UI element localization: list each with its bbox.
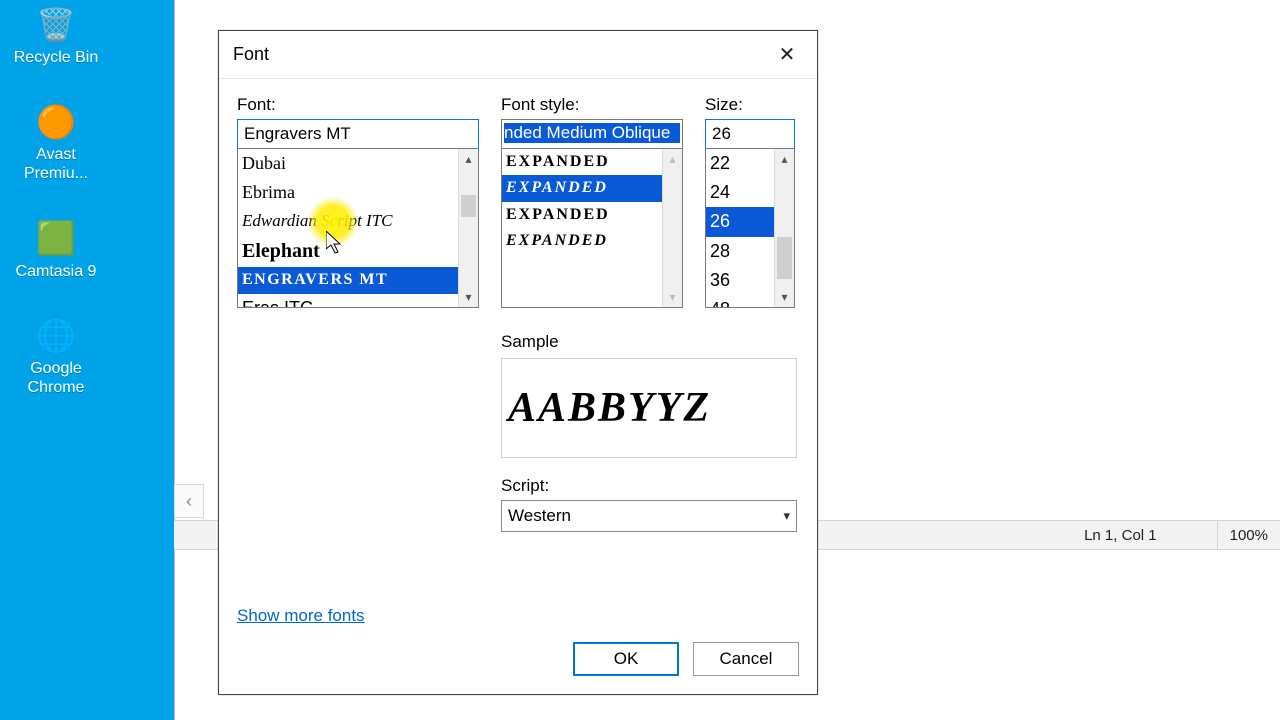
scrollbar-thumb[interactable]: [461, 195, 476, 217]
dialog-titlebar[interactable]: Font ✕: [219, 31, 817, 79]
size-item-22[interactable]: 22: [706, 149, 774, 178]
script-label: Script:: [501, 476, 549, 495]
style-item-expanded-bold[interactable]: EXPANDED: [502, 202, 662, 228]
font-listbox[interactable]: Dubai Ebrima Edwardian Script ITC Elepha…: [237, 148, 479, 308]
avast-icon: 🟠: [35, 101, 77, 143]
desktop-icon-label: Avast Premiu...: [6, 145, 106, 183]
desktop-icon-label: Camtasia 9: [16, 262, 97, 281]
scroll-up-icon: ▴: [663, 149, 682, 169]
size-item-36[interactable]: 36: [706, 266, 774, 295]
style-item-expanded-bold-italic[interactable]: EXPANDED: [502, 228, 662, 254]
scrollbar-thumb[interactable]: [777, 237, 792, 279]
size-label: Size:: [705, 95, 795, 115]
font-item-dubai[interactable]: Dubai: [238, 149, 458, 178]
size-item-26[interactable]: 26: [706, 207, 774, 236]
scroll-up-icon[interactable]: ▴: [775, 149, 794, 169]
scroll-down-icon: ▾: [663, 287, 682, 307]
close-icon: ✕: [779, 42, 796, 67]
font-list-scrollbar[interactable]: ▴ ▾: [458, 149, 478, 307]
ok-button[interactable]: OK: [573, 642, 679, 676]
desktop-icons: 🗑️ Recycle Bin 🟠 Avast Premiu... 🟩 Camta…: [6, 4, 106, 397]
font-item-elephant[interactable]: Elephant: [238, 235, 458, 267]
camtasia-icon: 🟩: [35, 218, 77, 260]
desktop-icon-chrome[interactable]: 🌐 Google Chrome: [6, 315, 106, 397]
scroll-down-icon[interactable]: ▾: [459, 287, 478, 307]
size-input[interactable]: [705, 119, 795, 149]
sample-box: AABBYYZ: [501, 358, 797, 458]
font-item-ebrima[interactable]: Ebrima: [238, 178, 458, 207]
status-position: Ln 1, Col 1: [1072, 521, 1157, 549]
size-item-24[interactable]: 24: [706, 178, 774, 207]
cancel-button[interactable]: Cancel: [693, 642, 799, 676]
font-dialog: Font ✕ Font: Dubai Ebrima Edwardian Scri…: [218, 30, 818, 695]
sample-text: AABBYYZ: [508, 384, 711, 432]
font-item-engravers[interactable]: ENGRAVERS MT: [238, 267, 458, 293]
script-value: Western: [508, 506, 571, 526]
status-zoom: 100%: [1217, 521, 1268, 549]
font-item-edwardian[interactable]: Edwardian Script ITC: [238, 207, 458, 235]
scroll-down-icon[interactable]: ▾: [775, 287, 794, 307]
size-item-48[interactable]: 48: [706, 295, 774, 307]
show-more-fonts-link[interactable]: Show more fonts: [237, 606, 799, 626]
font-style-label: Font style:: [501, 95, 683, 115]
size-listbox[interactable]: 22 24 26 28 36 48 72 ▴ ▾: [705, 148, 795, 308]
sample-label: Sample: [501, 332, 559, 351]
desktop-icon-avast[interactable]: 🟠 Avast Premiu...: [6, 101, 106, 183]
font-style-input[interactable]: nded Medium Oblique: [501, 119, 683, 149]
dialog-buttons: OK Cancel: [219, 636, 817, 694]
size-item-28[interactable]: 28: [706, 237, 774, 266]
desktop-icon-recycle-bin[interactable]: 🗑️ Recycle Bin: [6, 4, 106, 67]
desktop-icon-camtasia[interactable]: 🟩 Camtasia 9: [6, 218, 106, 281]
editor-navigate-back[interactable]: ‹: [174, 484, 204, 518]
script-select[interactable]: Western ▾: [501, 500, 797, 532]
desktop-icon-label: Recycle Bin: [14, 48, 98, 67]
size-list-scrollbar[interactable]: ▴ ▾: [774, 149, 794, 307]
dialog-title: Font: [233, 44, 269, 65]
font-input[interactable]: [237, 119, 479, 149]
font-item-eras[interactable]: Eras ITC: [238, 294, 458, 307]
scroll-up-icon[interactable]: ▴: [459, 149, 478, 169]
desktop-icon-label: Google Chrome: [6, 359, 106, 397]
chrome-icon: 🌐: [35, 315, 77, 357]
style-list-scrollbar[interactable]: ▴ ▾: [662, 149, 682, 307]
font-label: Font:: [237, 95, 479, 115]
chevron-down-icon: ▾: [783, 508, 790, 524]
style-item-expanded[interactable]: EXPANDED: [502, 149, 662, 175]
font-style-listbox[interactable]: EXPANDED EXPANDED EXPANDED EXPANDED ▴ ▾: [501, 148, 683, 308]
style-item-expanded-italic[interactable]: EXPANDED: [502, 175, 662, 201]
close-button[interactable]: ✕: [765, 35, 809, 75]
recycle-bin-icon: 🗑️: [35, 4, 77, 46]
